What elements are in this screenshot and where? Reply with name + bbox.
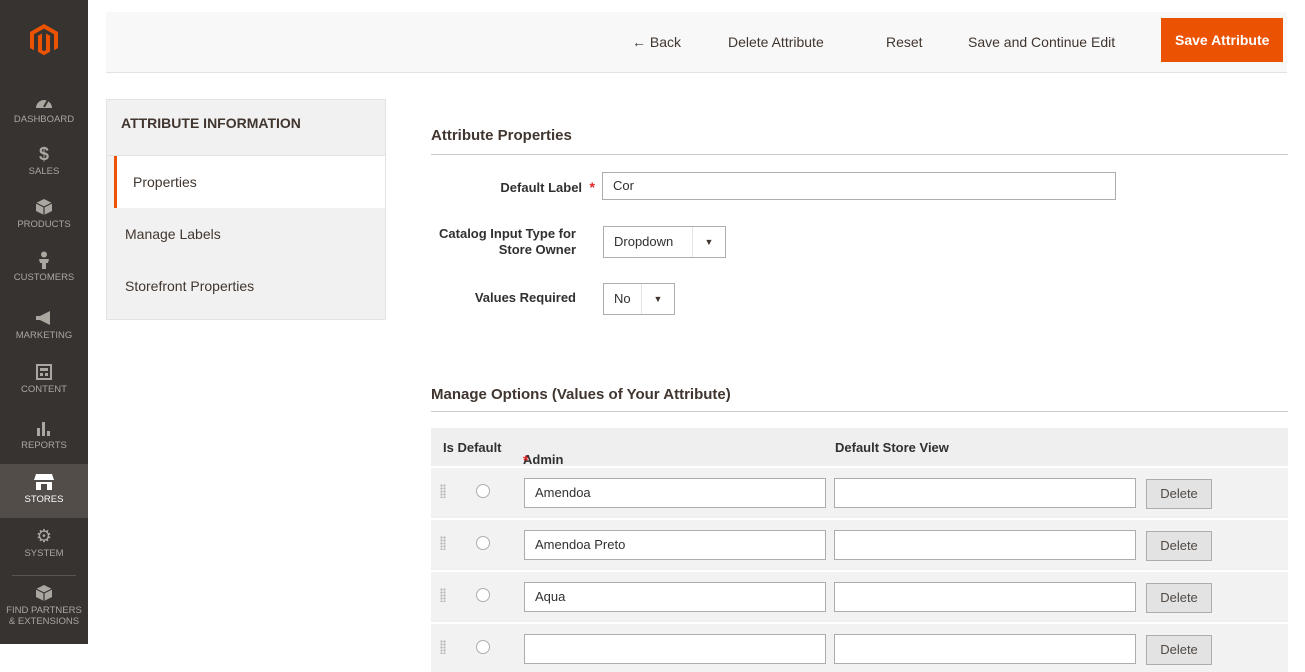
admin-value-input[interactable]: Aqua	[524, 582, 826, 612]
dollar-icon: $	[38, 143, 49, 164]
save-attribute-button[interactable]: Save Attribute	[1161, 18, 1284, 62]
chevron-down-icon: ▼	[692, 227, 725, 257]
delete-option-button[interactable]: Delete	[1146, 635, 1212, 665]
select-value: Dropdown	[614, 234, 674, 249]
gear-icon: ⚙	[35, 525, 53, 546]
values-required-label: Values Required	[474, 290, 576, 305]
menu-item-marketing[interactable]: MARKETING	[0, 308, 88, 341]
storefront-icon	[33, 472, 55, 492]
values-required-select[interactable]: No ▼	[603, 283, 675, 315]
delete-option-button[interactable]: Delete	[1146, 531, 1212, 561]
save-and-continue-button[interactable]: Save and Continue Edit	[968, 27, 1115, 57]
menu-label: FIND PARTNERS & EXTENSIONS	[6, 605, 82, 627]
catalog-input-type-label: Catalog Input Type for Store Owner	[439, 226, 576, 257]
manage-options-table: Is Default Admin * Default Store View Ame…	[431, 428, 1288, 672]
menu-label: MARKETING	[15, 330, 73, 341]
reset-button[interactable]: Reset	[886, 27, 923, 57]
menu-item-sales[interactable]: $ SALES	[0, 143, 88, 178]
bar-chart-icon	[33, 418, 55, 438]
menu-item-reports[interactable]: REPORTS	[0, 418, 88, 451]
col-is-default: Is Default	[443, 440, 502, 455]
menu-label: SYSTEM	[24, 548, 64, 559]
menu-item-find-partners[interactable]: FIND PARTNERS & EXTENSIONS	[0, 583, 88, 627]
tab-properties[interactable]: Properties	[114, 156, 385, 208]
table-row: Amendoa Delete	[431, 466, 1288, 516]
menu-label: SALES	[28, 166, 60, 177]
section-divider	[431, 154, 1288, 155]
menu-item-content[interactable]: CONTENT	[0, 362, 88, 395]
store-view-value-input[interactable]	[834, 582, 1136, 612]
layout-icon	[33, 362, 55, 382]
delete-attribute-button[interactable]: Delete Attribute	[728, 27, 824, 57]
magento-logo[interactable]	[0, 0, 88, 80]
dashboard-gauge-icon	[33, 92, 55, 112]
delete-option-button[interactable]: Delete	[1146, 479, 1212, 509]
is-default-radio[interactable]	[476, 484, 490, 498]
is-default-radio[interactable]	[476, 588, 490, 602]
chevron-down-icon: ▼	[641, 284, 674, 314]
drag-handle-icon[interactable]	[440, 588, 446, 602]
attribute-properties-title: Attribute Properties	[431, 127, 572, 144]
manage-options-title: Manage Options (Values of Your Attribute…	[431, 386, 731, 403]
menu-item-customers[interactable]: CUSTOMERS	[0, 250, 88, 283]
col-admin-label: Admin	[523, 452, 564, 467]
attribute-information-tabs: ATTRIBUTE INFORMATION Properties Manage …	[106, 99, 386, 320]
is-default-radio[interactable]	[476, 536, 490, 550]
admin-value-input[interactable]: Amendoa Preto	[524, 530, 826, 560]
menu-label: DASHBOARD	[13, 114, 75, 125]
is-default-radio[interactable]	[476, 640, 490, 654]
catalog-input-type-select[interactable]: Dropdown ▼	[603, 226, 726, 258]
drag-handle-icon[interactable]	[440, 484, 446, 498]
page-actions-bar: ← Back Delete Attribute Reset Save and C…	[106, 12, 1287, 73]
store-view-value-input[interactable]	[834, 530, 1136, 560]
cube-icon	[33, 197, 55, 217]
section-divider	[431, 411, 1288, 412]
menu-label: REPORTS	[21, 440, 67, 451]
menu-label: CONTENT	[21, 384, 67, 395]
menu-divider	[12, 575, 76, 576]
drag-handle-icon[interactable]	[440, 536, 446, 550]
default-label-input[interactable]: Cor	[602, 172, 1116, 200]
admin-value-input[interactable]: Amendoa	[524, 478, 826, 508]
delete-option-button[interactable]: Delete	[1146, 583, 1212, 613]
default-label-text: Default Label	[500, 180, 583, 195]
megaphone-icon	[33, 308, 55, 328]
box-icon	[33, 583, 55, 603]
menu-item-stores[interactable]: STORES	[0, 464, 88, 518]
default-label-label: Default Label *	[440, 179, 595, 195]
menu-item-dashboard[interactable]: DASHBOARD	[0, 92, 88, 125]
select-value: No	[614, 291, 631, 306]
drag-handle-icon[interactable]	[440, 640, 446, 654]
menu-label: STORES	[24, 494, 64, 505]
menu-item-system[interactable]: ⚙ SYSTEM	[0, 525, 88, 560]
store-view-value-input[interactable]	[834, 634, 1136, 664]
tab-manage-labels[interactable]: Manage Labels	[107, 208, 385, 260]
admin-menu: DASHBOARD $ SALES PRODUCTS CUSTOMERS MAR…	[0, 0, 88, 644]
person-icon	[33, 250, 55, 270]
tab-storefront-properties[interactable]: Storefront Properties	[107, 260, 385, 312]
menu-label: CUSTOMERS	[13, 272, 75, 283]
magento-logo-icon	[30, 24, 58, 56]
table-row: Aqua Delete	[431, 570, 1288, 620]
required-star: *	[585, 179, 595, 195]
table-row: Delete	[431, 622, 1288, 672]
admin-value-input[interactable]	[524, 634, 826, 664]
table-row: Amendoa Preto Delete	[431, 518, 1288, 568]
table-header: Is Default Admin * Default Store View	[431, 428, 1288, 468]
store-view-value-input[interactable]	[834, 478, 1136, 508]
menu-item-products[interactable]: PRODUCTS	[0, 197, 88, 230]
menu-label: PRODUCTS	[17, 219, 71, 230]
col-default-store-view: Default Store View	[835, 440, 949, 455]
back-button[interactable]: ← Back	[632, 27, 681, 57]
tabs-title: ATTRIBUTE INFORMATION	[107, 100, 385, 156]
